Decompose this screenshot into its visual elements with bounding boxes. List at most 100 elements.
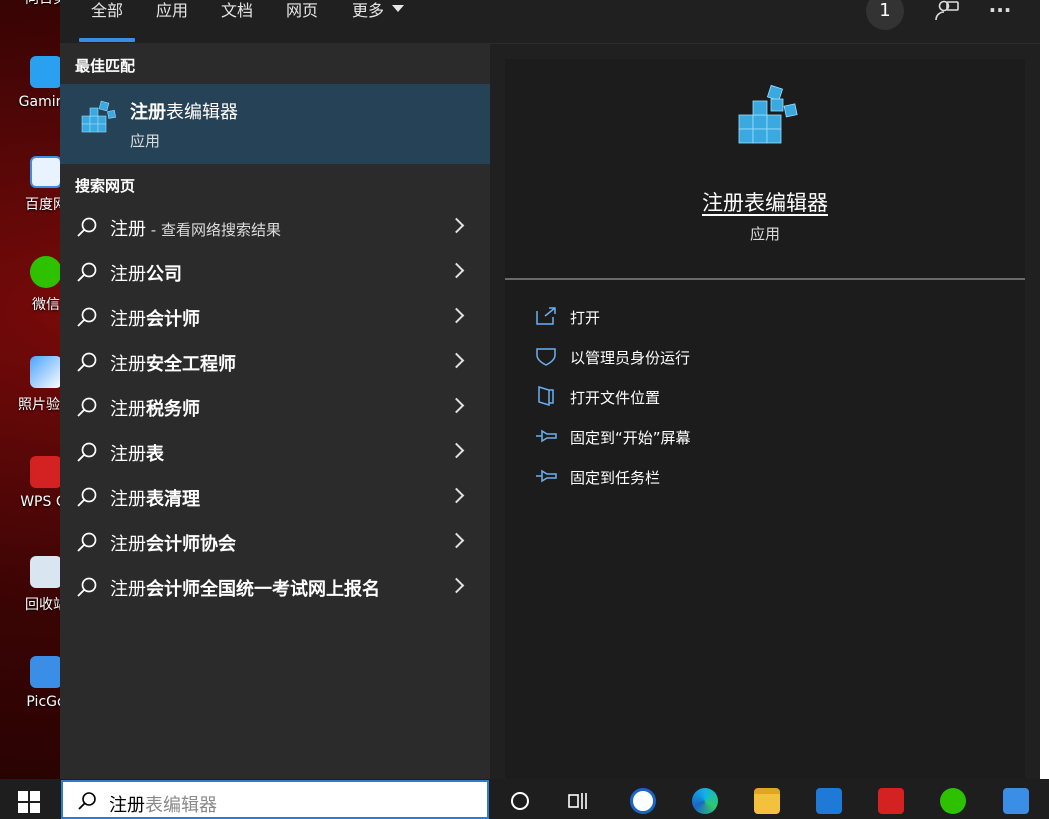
best-match-item[interactable]: 注册表编辑器 应用 (60, 84, 490, 164)
detail-divider (505, 278, 1025, 280)
action-open-file-location[interactable]: 打开文件位置 (535, 380, 995, 414)
web-result-row[interactable]: 注册公司 (60, 250, 490, 295)
web-search-heading: 搜索网页 (75, 177, 136, 195)
action-pin-taskbar-label: 固定到任务栏 (570, 469, 661, 487)
registry-editor-icon (81, 100, 116, 133)
search-icon (77, 487, 97, 507)
web-result-query: 注册 (110, 309, 146, 330)
web-result-query: 注册 (110, 444, 146, 465)
tab-documents[interactable]: 文档 (221, 0, 253, 44)
web-result-text: 注册会计师 (110, 305, 200, 331)
web-result-text: 注册税务师 (110, 395, 200, 421)
action-pin-taskbar[interactable]: 固定到任务栏 (535, 460, 995, 494)
web-result-row[interactable]: 注册会计师全国统一考试网上报名 (60, 565, 490, 610)
tab-all[interactable]: 全部 (78, 0, 136, 44)
best-match-title: 注册表编辑器 (130, 98, 238, 124)
wechat-taskbar-icon[interactable] (940, 788, 966, 814)
chevron-right-icon[interactable] (448, 307, 465, 324)
web-result-row[interactable]: 注册 - 查看网络搜索结果 (60, 205, 490, 250)
search-suggestion-text: 表编辑器 (145, 795, 217, 816)
web-result-row[interactable]: 注册安全工程师 (60, 340, 490, 385)
web-result-completion: 会计师 (146, 309, 200, 330)
web-result-query: 注册 (110, 489, 146, 510)
web-result-row[interactable]: 注册税务师 (60, 385, 490, 430)
best-match-title-rest: 表编辑器 (166, 102, 238, 123)
detail-pane: 注册表编辑器 应用 打开 以管理员身份运行 打开文件位置 固定到“开始”屏幕 固… (505, 59, 1025, 779)
action-pin-start[interactable]: 固定到“开始”屏幕 (535, 420, 995, 454)
file-explorer-icon[interactable] (754, 788, 780, 814)
chevron-right-icon[interactable] (448, 442, 465, 459)
search-icon (77, 307, 97, 327)
chevron-right-icon[interactable] (448, 532, 465, 549)
results-list: 最佳匹配 注册表编辑器 应用 搜索网页 注册 - 查看网络搜索结果 注册公司 注册会… (60, 44, 490, 779)
search-icon (78, 792, 96, 810)
web-result-row[interactable]: 注册表清理 (60, 475, 490, 520)
chevron-right-icon[interactable] (448, 487, 465, 504)
action-run-as-admin-label: 以管理员身份运行 (570, 349, 691, 367)
gaming-icon (30, 56, 62, 88)
file-location-icon (538, 386, 554, 406)
feedback-icon[interactable] (933, 0, 961, 28)
task-view-icon[interactable] (566, 788, 592, 814)
web-result-completion: 会计师协会 (146, 534, 236, 555)
edge-icon[interactable] (692, 788, 718, 814)
ellipsis-icon[interactable]: ··· (986, 0, 1014, 26)
wechat-icon (30, 256, 62, 288)
search-panel: 全部 应用 文档 网页 更多 1 ··· 最佳匹配 注册表编辑器 应用 搜索网页… (60, 0, 1040, 779)
web-result-completion: 税务师 (146, 399, 200, 420)
wps-icon (30, 456, 62, 488)
picgo-taskbar-icon[interactable] (1003, 788, 1029, 814)
cortana-icon[interactable] (507, 788, 533, 814)
web-result-text: 注册会计师全国统一考试网上报名 (110, 575, 380, 601)
action-pin-start-label: 固定到“开始”屏幕 (570, 429, 691, 447)
open-icon (536, 307, 556, 325)
chevron-right-icon[interactable] (448, 262, 465, 279)
web-result-row[interactable]: 注册会计师 (60, 295, 490, 340)
action-run-as-admin[interactable]: 以管理员身份运行 (535, 340, 995, 374)
web-result-query: 注册 (110, 534, 146, 555)
detail-title[interactable]: 注册表编辑器 (505, 187, 1025, 217)
web-result-text: 注册安全工程师 (110, 350, 236, 376)
search-icon (77, 442, 97, 462)
detail-subtitle: 应用 (749, 225, 780, 243)
pin-start-icon (536, 429, 557, 443)
web-result-completion: 公司 (146, 264, 182, 285)
action-open-file-location-label: 打开文件位置 (570, 389, 661, 407)
picgo-icon (30, 656, 62, 688)
tab-apps[interactable]: 应用 (156, 0, 188, 44)
web-result-query: 注册 (110, 354, 146, 375)
windows-start-icon[interactable] (18, 791, 40, 813)
search-icon (77, 352, 97, 372)
shield-icon (536, 348, 556, 366)
pin-taskbar-icon (536, 469, 557, 483)
search-typed-text: 注册 (109, 795, 145, 816)
rewards-badge[interactable]: 1 (866, 0, 904, 30)
registry-editor-large-icon (738, 84, 798, 144)
chevron-right-icon[interactable] (448, 397, 465, 414)
taskbar: 注册表编辑器 (0, 779, 1049, 819)
best-match-heading: 最佳匹配 (75, 57, 136, 75)
web-result-completion: 表 (146, 444, 164, 465)
web-result-completion: 会计师全国统一考试网上报名 (146, 579, 380, 600)
search-icon (77, 217, 97, 237)
mail-icon[interactable] (816, 788, 842, 814)
search-query: 注册表编辑器 (109, 791, 217, 817)
tab-more[interactable]: 更多 (352, 0, 405, 44)
chevron-right-icon[interactable] (448, 217, 465, 234)
browser-icon[interactable] (630, 788, 656, 814)
wps-taskbar-icon[interactable] (878, 788, 904, 814)
chevron-right-icon[interactable] (448, 577, 465, 594)
web-result-completion: 安全工程师 (146, 354, 236, 375)
search-icon (77, 577, 97, 597)
web-result-row[interactable]: 注册表 (60, 430, 490, 475)
chevron-down-icon (392, 5, 405, 12)
chevron-right-icon[interactable] (448, 352, 465, 369)
taskbar-search-input[interactable]: 注册表编辑器 (61, 780, 489, 819)
action-open[interactable]: 打开 (535, 300, 995, 334)
web-result-row[interactable]: 注册会计师协会 (60, 520, 490, 565)
web-result-text: 注册会计师协会 (110, 530, 236, 556)
tab-web[interactable]: 网页 (286, 0, 318, 44)
web-result-query: 注册 (110, 399, 146, 420)
search-icon (77, 397, 97, 417)
best-match-title-bold: 注册 (130, 102, 166, 123)
